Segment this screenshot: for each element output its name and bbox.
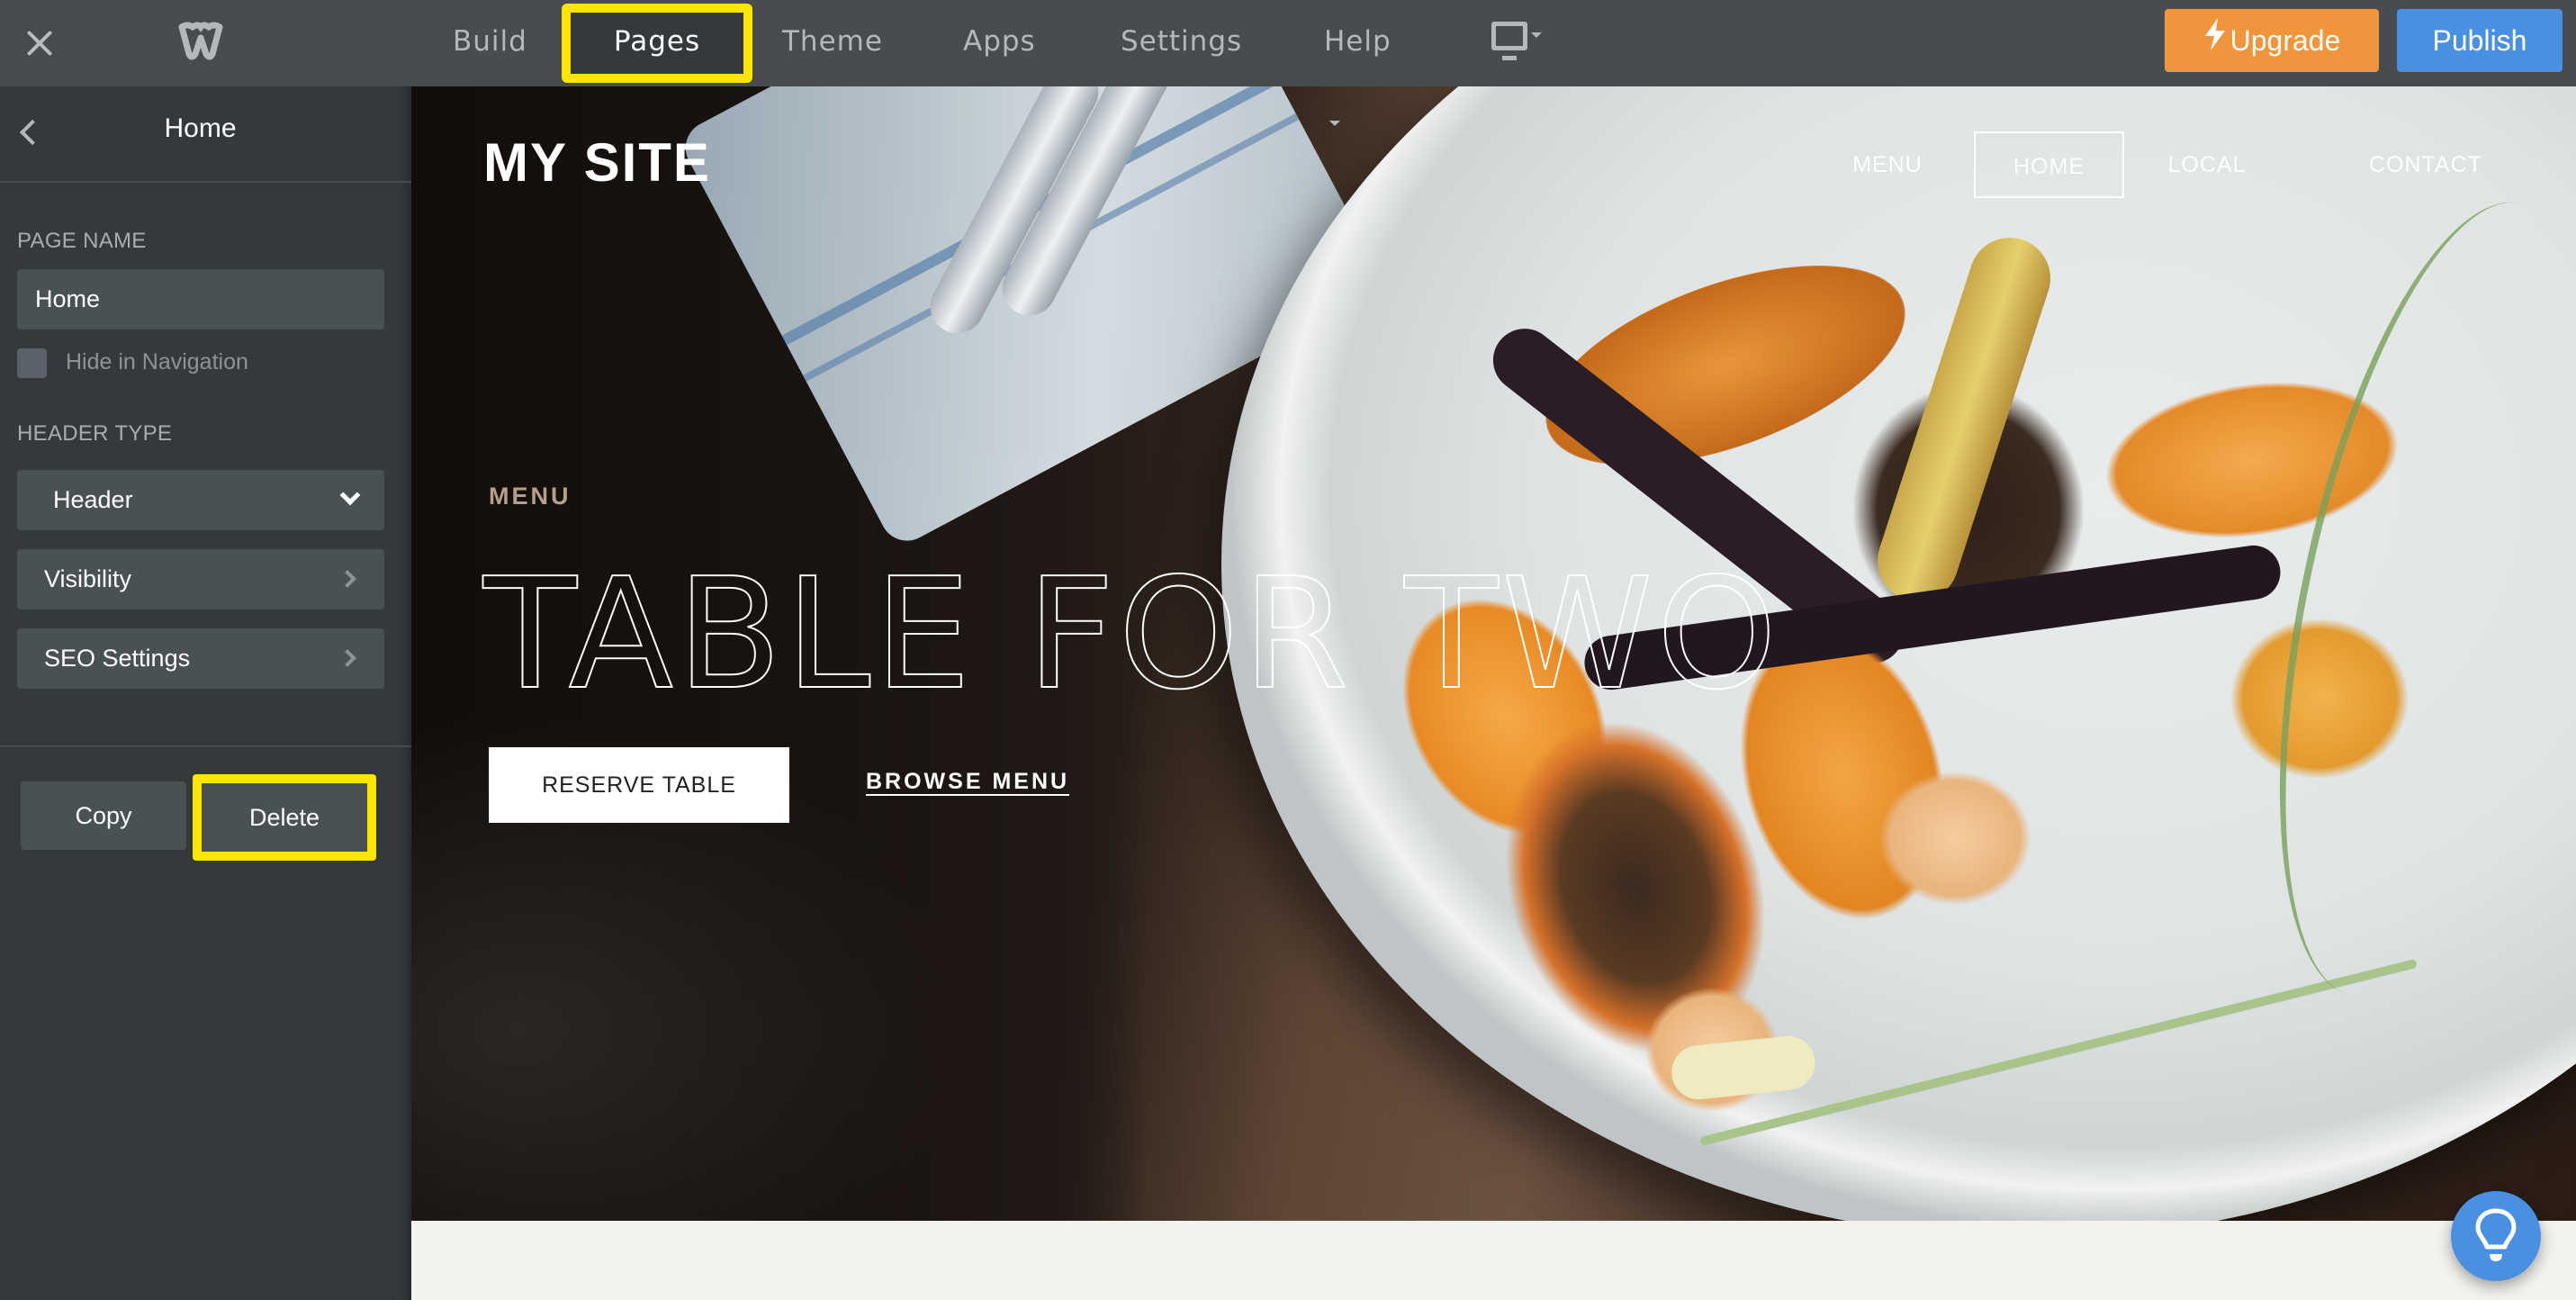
page-name-input[interactable] <box>17 269 384 330</box>
publish-button[interactable]: Publish <box>2397 9 2562 72</box>
chevron-right-icon <box>338 649 356 667</box>
monitor-stand <box>1502 56 1517 60</box>
header-type-label: HEADER TYPE <box>17 421 173 446</box>
help-button[interactable] <box>2451 1191 2541 1281</box>
hero-headline[interactable]: TABLE FOR TWO <box>482 545 1780 725</box>
editor-toolbar: Build Pages Theme Apps Settings Help Upg… <box>0 0 2576 126</box>
lightning-bolt-icon <box>2203 9 2227 72</box>
chevron-down-icon <box>1531 32 1542 38</box>
visibility-row[interactable]: Visibility <box>17 549 384 609</box>
reserve-table-button[interactable]: RESERVE TABLE <box>489 747 789 823</box>
browse-menu-link[interactable]: BROWSE MENU <box>866 769 1069 795</box>
tab-apps[interactable]: Apps <box>963 0 1036 86</box>
desktop-monitor-icon <box>1491 22 1527 50</box>
site-nav-contact[interactable]: CONTACT <box>2345 131 2507 198</box>
hide-in-navigation-label[interactable]: Hide in Navigation <box>66 349 248 375</box>
panel-title: Home <box>164 113 237 143</box>
header-type-value: Header <box>53 486 133 513</box>
upgrade-button[interactable]: Upgrade <box>2165 9 2379 72</box>
site-nav-local[interactable]: LOCAL <box>2157 131 2256 198</box>
page-settings-panel: Home PAGE NAME Hide in Navigation HEADER… <box>0 86 411 1300</box>
tab-theme[interactable]: Theme <box>782 0 883 86</box>
hero-section[interactable]: MY SITE MENU HOME LOCAL CONTACT MENU TAB… <box>411 86 2576 1221</box>
copy-page-button[interactable]: Copy <box>21 781 186 850</box>
panel-header: Home <box>0 86 411 183</box>
site-nav-menu[interactable]: MENU <box>1833 131 1941 198</box>
weebly-logo-icon[interactable] <box>176 22 225 61</box>
site-nav-home[interactable]: HOME <box>1974 131 2124 198</box>
header-type-select[interactable]: Header <box>17 470 384 530</box>
divider <box>0 745 411 747</box>
upgrade-label: Upgrade <box>2229 24 2341 57</box>
hero-image-food <box>1878 771 2031 906</box>
lightbulb-icon <box>2475 1208 2517 1261</box>
page-name-label: PAGE NAME <box>17 229 147 253</box>
tab-pages[interactable]: Pages <box>562 4 752 83</box>
visibility-label: Visibility <box>44 565 132 592</box>
hide-in-navigation-checkbox[interactable] <box>17 348 47 378</box>
close-icon[interactable] <box>20 23 59 63</box>
hero-eyebrow[interactable]: MENU <box>489 483 572 510</box>
device-preview-toggle[interactable] <box>1491 22 1554 63</box>
chevron-down-icon <box>1329 120 1340 126</box>
seo-settings-label: SEO Settings <box>44 645 191 672</box>
seo-settings-row[interactable]: SEO Settings <box>17 628 384 689</box>
chevron-right-icon <box>338 570 356 588</box>
tab-settings[interactable]: Settings <box>1121 0 1242 86</box>
site-preview-canvas: MY SITE MENU HOME LOCAL CONTACT MENU TAB… <box>411 86 2576 1300</box>
chevron-down-icon <box>339 484 361 506</box>
site-title[interactable]: MY SITE <box>483 131 711 194</box>
tab-build[interactable]: Build <box>453 0 527 86</box>
delete-page-button[interactable]: Delete <box>193 774 376 861</box>
tab-help[interactable]: Help <box>1324 0 1392 126</box>
tab-help-label: Help <box>1324 25 1392 58</box>
